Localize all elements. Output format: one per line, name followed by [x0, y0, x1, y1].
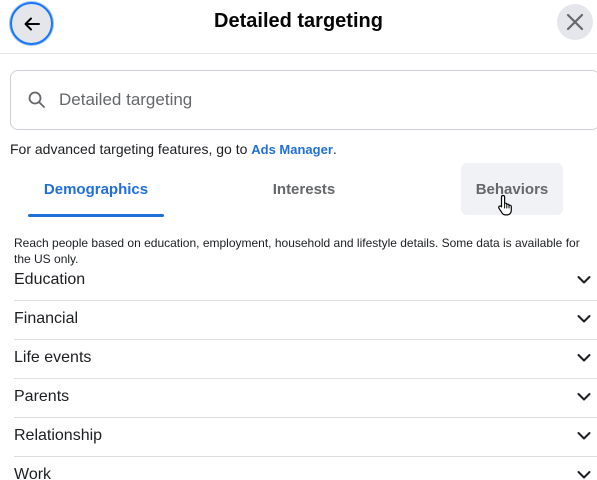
category-label: Education: [14, 271, 86, 288]
tab-demographics[interactable]: Demographics: [28, 163, 164, 215]
chevron-down-icon: [577, 354, 591, 362]
category-list: Education Financial Life events Parents …: [14, 262, 597, 480]
chevron-down-icon: [577, 471, 591, 479]
chevron-down-icon: [577, 276, 591, 284]
ads-manager-link[interactable]: Ads Manager: [251, 142, 333, 157]
advanced-note-suffix: .: [332, 141, 337, 157]
search-box: [10, 70, 597, 130]
hand-pointer-cursor-icon: [498, 194, 512, 216]
category-label: Parents: [14, 388, 70, 405]
detailed-targeting-panel: Detailed targeting For advanced targetin…: [0, 0, 597, 480]
page-title: Detailed targeting: [214, 10, 383, 32]
chevron-down-icon: [577, 432, 591, 440]
chevron-down-icon: [577, 315, 591, 323]
tab-interests[interactable]: Interests: [240, 163, 368, 215]
category-relationship[interactable]: Relationship: [14, 418, 597, 457]
close-button[interactable]: [557, 4, 593, 40]
active-tab-indicator: [28, 214, 164, 217]
category-parents[interactable]: Parents: [14, 379, 597, 418]
close-icon: [566, 13, 584, 31]
search-input[interactable]: [59, 71, 579, 129]
search-icon: [28, 91, 45, 108]
category-financial[interactable]: Financial: [14, 301, 597, 340]
category-education[interactable]: Education: [14, 262, 597, 301]
category-work[interactable]: Work: [14, 457, 597, 480]
advanced-note-prefix: For advanced targeting features, go to: [10, 141, 252, 157]
category-label: Life events: [14, 349, 92, 366]
advanced-note: For advanced targeting features, go to A…: [10, 141, 337, 157]
chevron-down-icon: [577, 393, 591, 401]
category-label: Work: [14, 466, 52, 480]
category-label: Relationship: [14, 427, 103, 444]
category-life-events[interactable]: Life events: [14, 340, 597, 379]
header: Detailed targeting: [0, 0, 597, 54]
category-label: Financial: [14, 310, 79, 327]
